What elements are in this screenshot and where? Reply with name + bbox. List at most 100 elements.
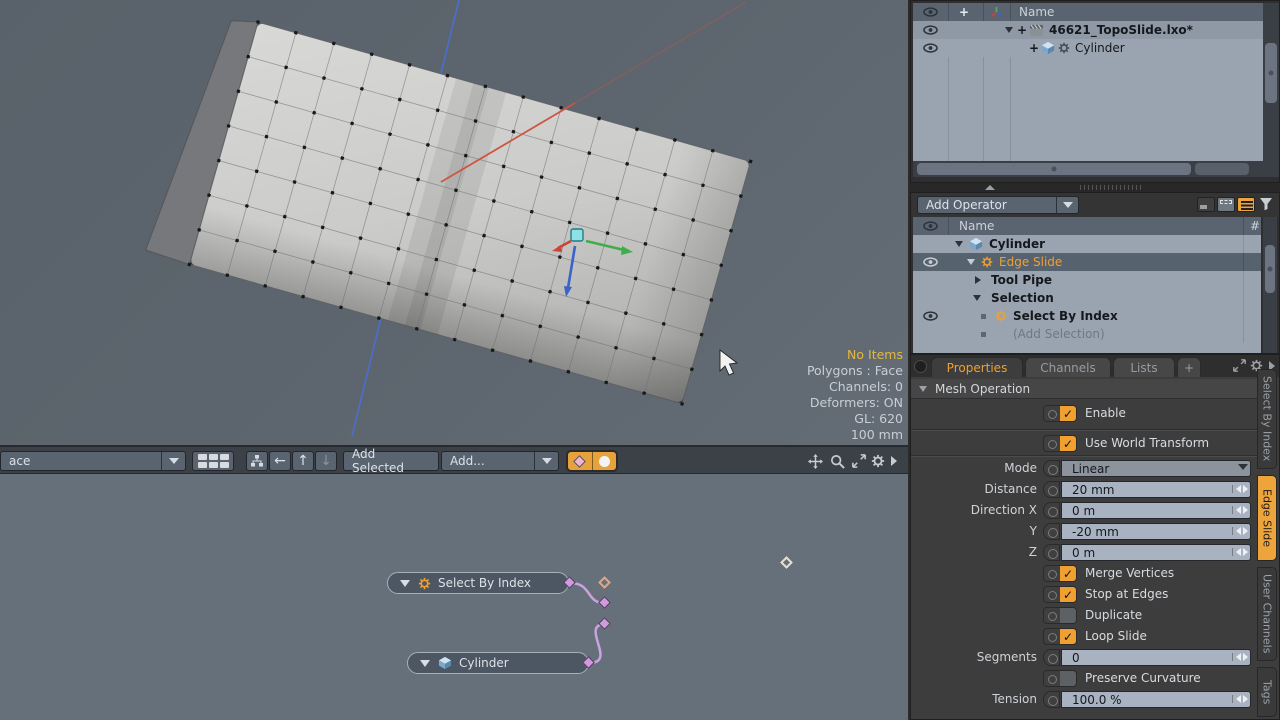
expand-triangle[interactable] <box>967 259 975 265</box>
meshop-row-edge-slide-selected[interactable]: Edge Slide <box>913 253 1261 271</box>
eye-icon[interactable] <box>923 43 938 53</box>
name-column-header[interactable]: Name <box>959 219 994 233</box>
mesh-operation-section-header[interactable]: Mesh Operation <box>911 379 1257 399</box>
mode-dropdown[interactable]: Linear <box>1061 460 1251 477</box>
meshop-row-add-selection[interactable]: (Add Selection) <box>913 325 1261 343</box>
row-label[interactable]: Select By Index <box>1013 309 1118 323</box>
item-list-vscrollbar[interactable] <box>1263 3 1279 161</box>
plus-icon[interactable]: + <box>1017 23 1027 37</box>
vscroll-thumb[interactable] <box>1265 245 1275 293</box>
node-tree-button[interactable] <box>246 451 268 471</box>
eye-icon[interactable] <box>923 311 938 321</box>
row-label[interactable]: Selection <box>991 291 1054 305</box>
add-dropdown-button[interactable]: Add... <box>441 451 559 471</box>
side-tab-select-by-index[interactable]: Select By Index <box>1257 369 1277 469</box>
schematic-overlay-toggles[interactable] <box>566 450 618 472</box>
mini-slider[interactable] <box>1232 653 1248 661</box>
duplicate-checkbox[interactable] <box>1043 607 1077 624</box>
nav-back-button[interactable]: ← <box>269 451 291 471</box>
divider-collapse-triangle[interactable] <box>985 185 995 190</box>
channel-circle[interactable] <box>1043 481 1060 498</box>
visibility-column-eye-icon[interactable] <box>923 221 938 231</box>
zoom-view-button[interactable] <box>828 452 847 470</box>
eye-icon[interactable] <box>923 257 938 267</box>
node-dot-toggle[interactable] <box>592 452 617 470</box>
loop-slide-checkbox[interactable]: ✓ <box>1043 628 1077 645</box>
item-row-cylinder[interactable]: + Cylinder <box>913 39 1263 57</box>
name-column-header[interactable]: Name <box>1019 5 1054 19</box>
preserve-curvature-checkbox[interactable] <box>1043 670 1077 687</box>
nav-up-button[interactable]: ↑ <box>292 451 314 471</box>
visibility-column-eye-icon[interactable] <box>923 7 938 17</box>
expand-triangle[interactable] <box>973 295 981 301</box>
side-tab-tags[interactable]: Tags <box>1257 667 1277 717</box>
count-column-header[interactable]: # <box>1250 219 1260 233</box>
pan-view-button[interactable] <box>806 452 825 470</box>
collapsed-triangle[interactable] <box>975 276 981 284</box>
direction-y-field[interactable]: -20 mm <box>1061 523 1251 540</box>
row-label[interactable]: Tool Pipe <box>991 273 1052 287</box>
pie-menu-button[interactable] <box>914 360 927 373</box>
channel-circle[interactable] <box>1043 523 1060 540</box>
channel-circle[interactable] <box>1043 649 1060 666</box>
meshop-row-selection[interactable]: Selection <box>913 289 1261 307</box>
hscroll-page-area[interactable] <box>1195 163 1249 175</box>
schematic-view[interactable]: Select By Index Edge Slide Tool Pipe Sel… <box>0 474 908 720</box>
meshops-vscrollbar[interactable] <box>1263 217 1277 353</box>
plus-icon[interactable]: + <box>1029 41 1039 55</box>
detach-expand-icon[interactable] <box>1233 359 1246 372</box>
meshop-row-cylinder[interactable]: Cylinder <box>913 235 1261 253</box>
channel-circle[interactable] <box>1044 629 1060 644</box>
eye-icon[interactable] <box>923 25 938 35</box>
viewport-options-button[interactable] <box>868 452 887 470</box>
axis-column-icon[interactable] <box>990 6 1003 19</box>
vscroll-thumb[interactable] <box>1265 43 1277 103</box>
mini-slider[interactable] <box>1232 506 1248 514</box>
item-list-hscrollbar[interactable] <box>913 161 1279 177</box>
split-view-mode-button[interactable] <box>1217 197 1235 212</box>
filter-button[interactable] <box>1259 196 1275 212</box>
tab-properties-active[interactable]: Properties <box>931 357 1023 377</box>
item-name[interactable]: Cylinder <box>1075 41 1125 55</box>
channel-circle[interactable] <box>1043 691 1060 708</box>
item-row-scene[interactable]: + 46621_TopoSlide.lxo* <box>913 21 1263 39</box>
channel-circle[interactable] <box>1044 671 1060 686</box>
mini-slider[interactable] <box>1232 548 1248 556</box>
direction-z-field[interactable]: 0 m <box>1061 544 1251 561</box>
channel-circle[interactable] <box>1044 608 1060 623</box>
direction-x-field[interactable]: 0 m <box>1061 502 1251 519</box>
channel-circle[interactable] <box>1044 436 1060 451</box>
thumbnail-view-button[interactable] <box>192 451 234 471</box>
channel-circle[interactable] <box>1044 566 1060 581</box>
row-label[interactable]: Edge Slide <box>999 255 1062 269</box>
channel-circle[interactable] <box>1043 460 1060 477</box>
row-label[interactable]: Cylinder <box>989 237 1045 251</box>
hscroll-thumb[interactable] <box>917 163 1191 175</box>
node-collapse-triangle[interactable] <box>420 660 430 667</box>
cylinder-mesh[interactable] <box>145 8 753 406</box>
row-label[interactable]: (Add Selection) <box>1013 327 1105 341</box>
mini-slider[interactable] <box>1232 485 1248 493</box>
tab-lists[interactable]: Lists <box>1113 357 1175 377</box>
divider-grip[interactable] <box>1080 185 1144 190</box>
tension-field[interactable]: 100.0 % <box>1061 691 1251 708</box>
panel-divider[interactable] <box>910 183 1280 192</box>
tree-view-mode-button-active[interactable] <box>1237 197 1255 212</box>
nav-down-button[interactable]: ↓ <box>315 451 337 471</box>
channel-circle[interactable] <box>1044 406 1060 421</box>
add-dropdown-caret[interactable] <box>534 452 558 470</box>
enable-checkbox[interactable]: ✓ <box>1043 405 1077 422</box>
toolbar-more-button[interactable] <box>888 452 900 470</box>
stop-at-edges-checkbox[interactable]: ✓ <box>1043 586 1077 603</box>
channel-circle[interactable] <box>1043 544 1060 561</box>
expand-triangle[interactable] <box>1005 27 1013 33</box>
3d-viewport[interactable]: No Items Polygons : Face Channels: 0 Def… <box>0 0 908 445</box>
tool-handle-center-cube[interactable] <box>571 229 583 241</box>
workspace-dropdown[interactable]: ace <box>0 451 186 471</box>
link-diamond-toggle[interactable] <box>568 452 592 470</box>
use-world-transform-checkbox[interactable]: ✓ <box>1043 435 1077 452</box>
node-cylinder[interactable]: Cylinder <box>407 652 589 674</box>
meshop-row-tool-pipe[interactable]: Tool Pipe <box>913 271 1261 289</box>
node-select-by-index[interactable]: Select By Index <box>387 572 569 594</box>
node-collapse-triangle[interactable] <box>400 580 410 587</box>
